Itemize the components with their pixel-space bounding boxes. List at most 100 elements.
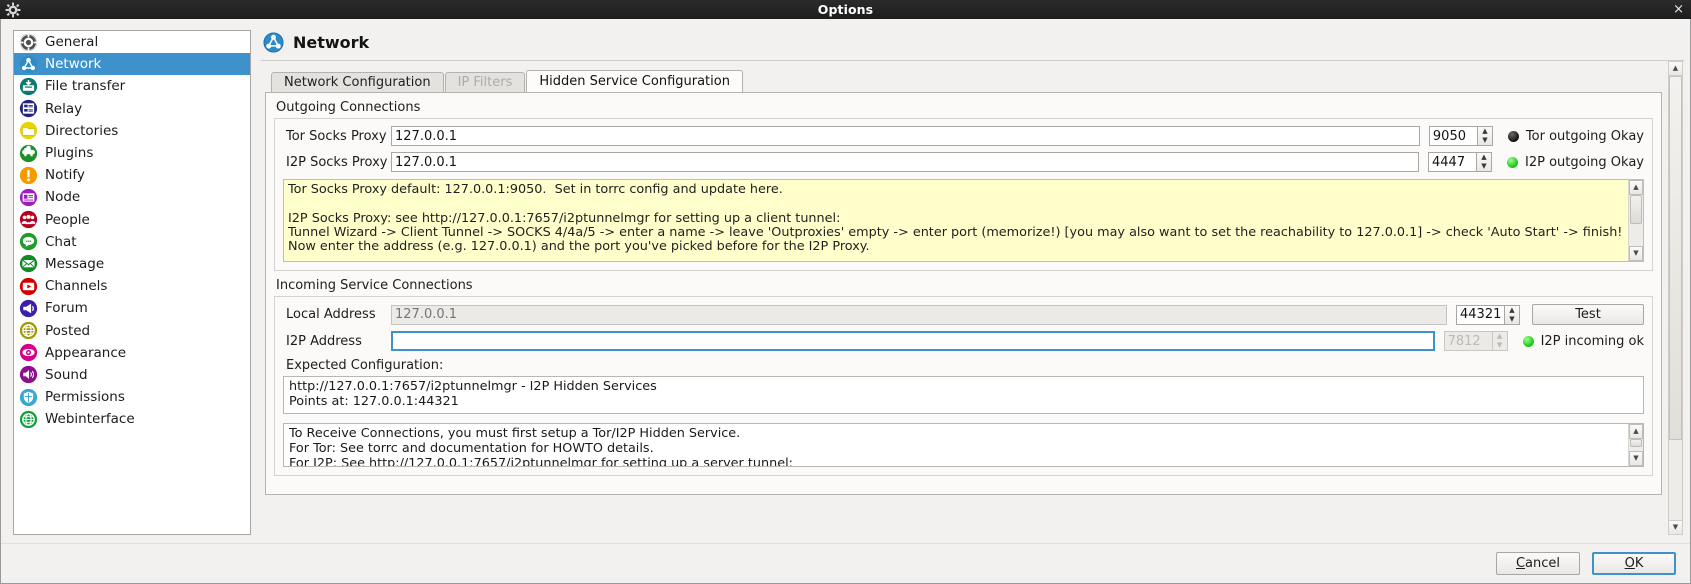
i2p-port-input[interactable] [1443,331,1492,351]
scrollbar-track[interactable] [1629,195,1643,246]
i2p-socks-port-spin-buttons[interactable]: ▲ ▼ [1476,152,1492,172]
sidebar-item-permissions[interactable]: Permissions [14,386,250,408]
tor-socks-port-stepper[interactable]: ▲ ▼ [1428,126,1495,146]
channels-icon [19,277,38,296]
sidebar-item-label: Webinterface [45,411,135,428]
sidebar-item-chat[interactable]: Chat [14,231,250,253]
i2p-socks-port-input[interactable] [1428,152,1476,172]
scrollbar-thumb[interactable] [1669,76,1682,441]
scroll-up-icon[interactable]: ▲ [1669,62,1682,76]
sidebar-item-label: Permissions [45,389,125,406]
i2p-address-input[interactable] [391,331,1435,351]
sidebar-item-message[interactable]: Message [14,253,250,275]
spin-down-icon[interactable]: ▼ [1478,136,1492,145]
options-window: General Network File transfer Relay Dire… [0,19,1691,584]
tor-socks-proxy-row: Tor Socks Proxy ▲ ▼ [283,126,1644,146]
window-titlebar: Options × [0,0,1691,19]
i2p-port-stepper[interactable]: ▲ ▼ [1443,331,1510,351]
i2p-socks-proxy-input[interactable] [391,152,1419,172]
spin-down-icon[interactable]: ▼ [1493,341,1507,350]
tab-hidden-service-configuration[interactable]: Hidden Service Configuration [526,70,743,92]
proxy-help-box: Tor Socks Proxy default: 127.0.0.1:9050.… [283,179,1644,262]
local-address-row: Local Address ▲ ▼ [283,304,1644,325]
incoming-service-connections-label: Incoming Service Connections [276,278,473,293]
spin-up-icon[interactable]: ▲ [1478,127,1492,136]
spin-up-icon[interactable]: ▲ [1493,332,1507,341]
sidebar-item-label: Sound [45,366,88,383]
sidebar-item-channels[interactable]: Channels [14,275,250,297]
spin-up-icon[interactable]: ▲ [1477,153,1491,162]
file-transfer-icon [19,77,38,96]
spin-down-icon[interactable]: ▼ [1477,162,1491,171]
i2p-incoming-status-label: I2P incoming ok [1540,333,1644,349]
instructions-scrollbar[interactable]: ▲ ▼ [1628,424,1643,466]
web-globe-icon [19,410,38,429]
sidebar-item-posted[interactable]: Posted [14,319,250,341]
i2p-socks-proxy-label: I2P Socks Proxy [286,154,388,170]
speaker-icon [19,365,38,384]
sidebar-item-label: Message [45,255,105,272]
chat-icon [19,232,38,251]
ok-button[interactable]: OK [1592,552,1676,575]
scrollbar-thumb[interactable] [1630,195,1642,224]
scroll-down-icon[interactable]: ▼ [1629,246,1643,261]
i2p-port-spin-buttons[interactable]: ▲ ▼ [1491,331,1508,351]
i2p-address-row: I2P Address ▲ ▼ [283,331,1644,351]
sidebar-item-directories[interactable]: Directories [14,120,250,142]
scroll-up-icon[interactable]: ▲ [1629,180,1643,195]
sidebar-item-sound[interactable]: Sound [14,364,250,386]
tab-network-configuration[interactable]: Network Configuration [271,72,444,92]
outgoing-connections-frame: Tor Socks Proxy ▲ ▼ [274,118,1653,271]
sidebar-item-appearance[interactable]: Appearance [14,342,250,364]
scroll-down-icon[interactable]: ▼ [1629,451,1643,466]
tor-socks-proxy-label: Tor Socks Proxy [286,128,387,144]
scroll-down-icon[interactable]: ▼ [1669,520,1682,534]
options-sidebar[interactable]: General Network File transfer Relay Dire… [13,30,251,535]
page-header: Network [257,27,1690,60]
scrollbar-thumb[interactable] [1630,439,1642,448]
sidebar-item-label: People [45,211,90,228]
sidebar-item-label: Plugins [45,145,94,162]
scrollbar-track[interactable] [1669,76,1682,520]
sidebar-item-notify[interactable]: Notify [14,164,250,186]
spin-down-icon[interactable]: ▼ [1505,315,1519,324]
local-port-stepper[interactable]: ▲ ▼ [1456,304,1522,325]
tab-strip[interactable]: Network Configuration IP Filters Hidden Se… [265,70,1662,92]
spin-up-icon[interactable]: ▲ [1505,306,1519,315]
plugins-icon [19,144,38,163]
outgoing-connections-label: Outgoing Connections [276,100,421,115]
sidebar-item-label: Node [45,189,81,206]
local-address-input[interactable] [391,304,1447,325]
sidebar-item-network[interactable]: Network [14,53,250,76]
sidebar-item-plugins[interactable]: Plugins [14,142,250,164]
test-button[interactable]: Test [1532,304,1644,325]
tor-socks-proxy-input[interactable] [391,126,1420,146]
tor-outgoing-status-label: Tor outgoing Okay [1525,128,1644,144]
tor-socks-port-input[interactable] [1428,126,1477,146]
sidebar-item-webinterface[interactable]: Webinterface [14,408,250,430]
local-port-input[interactable] [1456,304,1504,325]
tor-socks-port-spin-buttons[interactable]: ▲ ▼ [1476,126,1493,146]
sidebar-item-relay[interactable]: Relay [14,98,250,120]
sidebar-item-general[interactable]: General [14,31,250,53]
sidebar-item-file-transfer[interactable]: File transfer [14,75,250,97]
local-port-spin-buttons[interactable]: ▲ ▼ [1504,304,1520,325]
posted-globe-icon [19,321,38,340]
sidebar-item-forum[interactable]: Forum [14,297,250,319]
i2p-socks-port-stepper[interactable]: ▲ ▼ [1428,152,1494,172]
gear-icon [19,33,38,52]
incoming-service-connections-group: Incoming Service Connections Local Addre… [274,278,1653,476]
scrollbar-track[interactable] [1629,439,1643,451]
folder-icon [19,121,38,140]
sidebar-item-node[interactable]: Node [14,186,250,208]
sidebar-item-people[interactable]: People [14,209,250,231]
proxy-help-scrollbar[interactable]: ▲ ▼ [1628,180,1643,261]
scroll-up-icon[interactable]: ▲ [1629,424,1643,439]
people-icon [19,210,38,229]
tab-ip-filters: IP Filters [444,72,526,92]
close-icon[interactable]: × [1673,3,1684,16]
sidebar-item-label: Appearance [45,344,127,361]
cancel-button[interactable]: Cancel [1496,552,1580,575]
main-panel-scrollbar[interactable]: ▲ ▼ [1668,61,1683,535]
shield-icon [19,388,38,407]
